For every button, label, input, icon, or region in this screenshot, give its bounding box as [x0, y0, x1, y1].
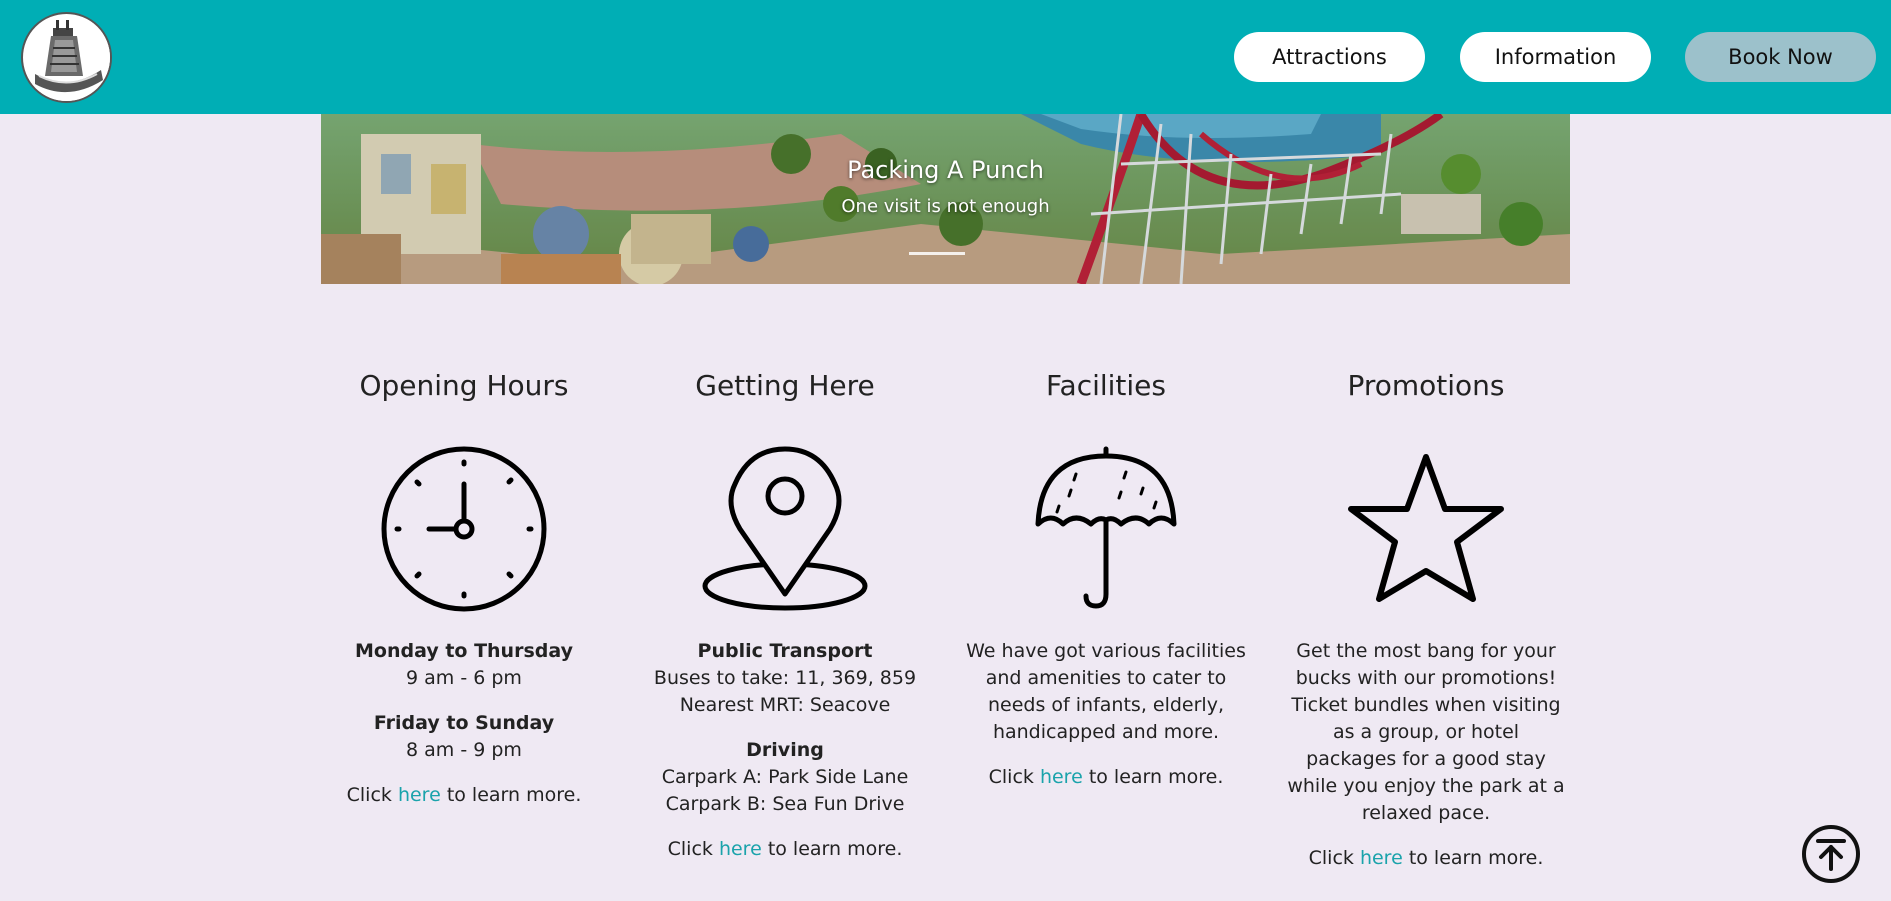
umbrella-icon — [1035, 446, 1177, 609]
nav-attractions-button[interactable]: Attractions — [1234, 32, 1425, 82]
learn-more-text: Click here to learn more. — [346, 784, 582, 806]
getting-here-here-link[interactable]: here — [719, 838, 762, 860]
book-now-button[interactable]: Book Now — [1685, 32, 1876, 82]
learn-more-text: Click here to learn more. — [667, 838, 903, 860]
promotions-text-line: Get the most bang for your — [1296, 640, 1556, 662]
facilities-here-link[interactable]: here — [1040, 766, 1083, 788]
promotions-text-line: while you enjoy the park at a — [1287, 775, 1565, 797]
logo-tower-icon — [24, 15, 110, 101]
section-title: Facilities — [1046, 369, 1166, 402]
transport-line: Nearest MRT: Seacove — [679, 694, 891, 716]
section-title: Opening Hours — [359, 369, 569, 402]
schedule-hours: 9 am - 6 pm — [406, 667, 522, 689]
opening-hours-here-link[interactable]: here — [398, 784, 441, 806]
promotions-here-link[interactable]: here — [1360, 847, 1403, 869]
transport-heading: Public Transport — [697, 640, 873, 662]
promotions-text-line: relaxed pace. — [1361, 802, 1491, 824]
map-pin-icon — [702, 446, 868, 611]
carousel-indicator[interactable] — [909, 252, 965, 255]
section-title: Promotions — [1347, 369, 1505, 402]
transport-line: Buses to take: 11, 369, 859 — [653, 667, 917, 689]
learn-more-text: Click here to learn more. — [1308, 847, 1544, 869]
clock-icon — [381, 446, 547, 612]
transport-heading: Driving — [746, 739, 824, 761]
transport-line: Carpark B: Sea Fun Drive — [665, 793, 905, 815]
facilities-text-line: needs of infants, elderly, — [988, 694, 1224, 716]
opening-hours-section: Opening Hours Monday to Thursday 9 am - … — [314, 366, 614, 827]
transport-line: Carpark A: Park Side Lane — [661, 766, 909, 788]
back-to-top-button[interactable] — [1802, 825, 1860, 883]
park-logo[interactable] — [21, 12, 112, 103]
facilities-section: Facilities We have got various facilitie… — [956, 366, 1256, 809]
arrow-up-to-top-icon — [1816, 839, 1846, 871]
facilities-text-line: and amenities to cater to — [985, 667, 1227, 689]
learn-more-text: Click here to learn more. — [988, 766, 1224, 788]
promotions-text-line: bucks with our promotions! — [1295, 667, 1557, 689]
schedule-heading: Friday to Sunday — [373, 712, 555, 734]
promotions-section: Promotions Get the most bang for your bu… — [1276, 366, 1576, 890]
banner-title: Packing A Punch — [847, 156, 1044, 184]
nav-information-button[interactable]: Information — [1460, 32, 1651, 82]
star-icon — [1348, 454, 1504, 602]
promotions-text-line: Ticket bundles when visiting — [1291, 694, 1561, 716]
schedule-heading: Monday to Thursday — [355, 640, 573, 662]
getting-here-section: Getting Here Public Transport Buses to t… — [635, 366, 935, 881]
facilities-text-line: handicapped and more. — [992, 721, 1220, 743]
schedule-hours: 8 am - 9 pm — [406, 739, 522, 761]
facilities-text-line: We have got various facilities — [966, 640, 1246, 662]
site-header: Attractions Information Book Now — [0, 0, 1891, 114]
section-title: Getting Here — [695, 369, 875, 402]
promotions-text-line: packages for a good stay — [1306, 748, 1546, 770]
promotions-text-line: as a group, or hotel — [1332, 721, 1520, 743]
banner-subtitle: One visit is not enough — [841, 196, 1050, 217]
hero-banner: Packing A Punch One visit is not enough — [321, 114, 1570, 284]
